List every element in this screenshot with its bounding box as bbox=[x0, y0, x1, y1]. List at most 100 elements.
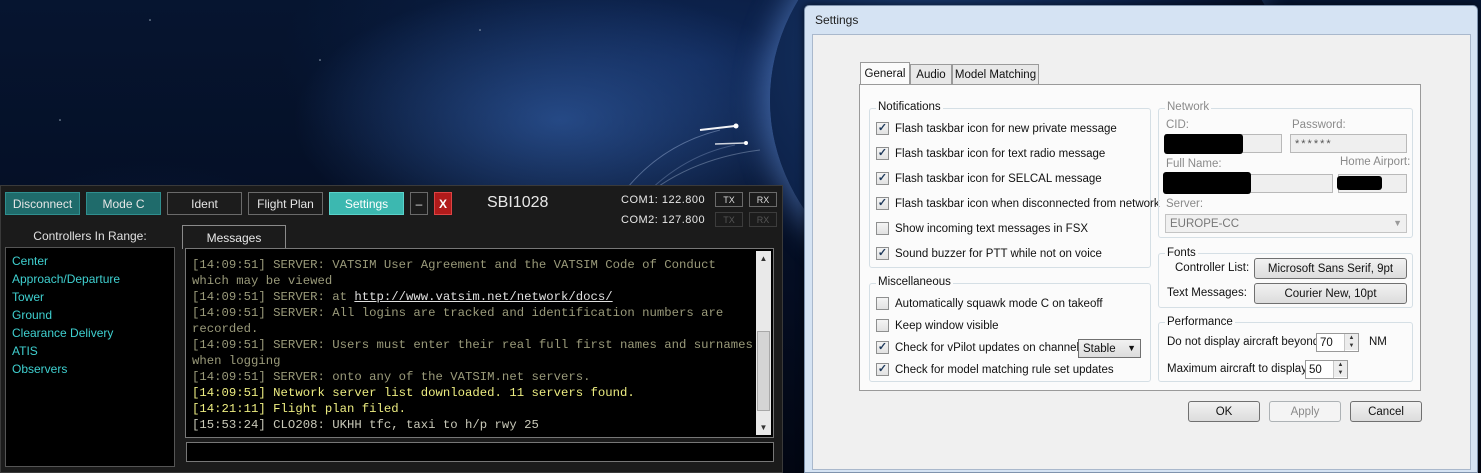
controller-list-font-button[interactable]: Microsoft Sans Serif, 9pt bbox=[1254, 258, 1407, 279]
vatsim-docs-link[interactable]: http://www.vatsim.net/network/docs/ bbox=[354, 290, 612, 304]
checkbox-icon bbox=[876, 297, 889, 310]
com2-frequency: COM2: 127.800 bbox=[621, 214, 706, 226]
check-rule-updates-checkbox[interactable]: ✓ Check for model matching rule set updat… bbox=[876, 363, 1114, 376]
messages-panel: [14:09:51] SERVER: VATSIM User Agreement… bbox=[185, 248, 774, 438]
flight-plan-button[interactable]: Flight Plan bbox=[248, 192, 323, 215]
message-line: [14:09:51] SERVER: onto any of the VATSI… bbox=[192, 370, 591, 384]
message-input[interactable] bbox=[186, 442, 774, 462]
spinner[interactable]: ▲ ▼ bbox=[1344, 334, 1358, 351]
message-line: [14:09:51] SERVER: at http://www.vatsim.… bbox=[192, 290, 613, 304]
cid-label: CID: bbox=[1166, 119, 1189, 131]
controller-item-tower[interactable]: Tower bbox=[12, 288, 174, 306]
controller-item-atis[interactable]: ATIS bbox=[12, 342, 174, 360]
max-aircraft-label: Maximum aircraft to display: bbox=[1167, 363, 1311, 375]
text-messages-font-label: Text Messages: bbox=[1167, 287, 1247, 299]
cancel-button[interactable]: Cancel bbox=[1350, 401, 1422, 422]
ok-button[interactable]: OK bbox=[1188, 401, 1260, 422]
ident-button[interactable]: Ident bbox=[167, 192, 242, 215]
spin-down-icon[interactable]: ▼ bbox=[1334, 369, 1347, 377]
notify-text-radio-checkbox[interactable]: ✓ Flash taskbar icon for text radio messa… bbox=[876, 147, 1105, 160]
performance-title: Performance bbox=[1165, 316, 1235, 328]
scroll-down-icon[interactable]: ▼ bbox=[756, 420, 771, 435]
tab-general[interactable]: General bbox=[860, 62, 910, 84]
callsign-label: SBI1028 bbox=[487, 194, 549, 211]
nm-unit-label: NM bbox=[1369, 336, 1387, 348]
update-channel-dropdown[interactable]: Stable ▼ bbox=[1078, 339, 1141, 358]
apply-button[interactable]: Apply bbox=[1269, 401, 1341, 422]
home-airport-label: Home Airport: bbox=[1340, 156, 1411, 168]
com1-frequency: COM1: 122.800 bbox=[621, 194, 706, 206]
max-aircraft-stepper[interactable]: 50 ▲ ▼ bbox=[1305, 360, 1348, 379]
checkbox-icon bbox=[876, 319, 889, 332]
message-line: [14:21:11] Flight plan filed. bbox=[192, 402, 407, 416]
checkbox-icon: ✓ bbox=[876, 147, 889, 160]
notify-selcal-checkbox[interactable]: ✓ Flash taskbar icon for SELCAL message bbox=[876, 172, 1102, 185]
controllers-in-range-title: Controllers In Range: bbox=[33, 229, 147, 243]
messages-scrollbar[interactable]: ▲ ▼ bbox=[756, 251, 771, 435]
chevron-down-icon: ▼ bbox=[1127, 343, 1136, 353]
message-line: [14:09:51] Network server list downloade… bbox=[192, 386, 635, 400]
close-button[interactable]: X bbox=[434, 192, 452, 215]
controller-item-ground[interactable]: Ground bbox=[12, 306, 174, 324]
tab-model-matching[interactable]: Model Matching bbox=[952, 64, 1039, 84]
auto-squawk-checkbox[interactable]: Automatically squawk mode C on takeoff bbox=[876, 297, 1103, 310]
minimize-button[interactable]: – bbox=[410, 192, 428, 215]
notify-disconnect-checkbox[interactable]: ✓ Flash taskbar icon when disconnected fr… bbox=[876, 197, 1160, 210]
display-beyond-stepper[interactable]: 70 ▲ ▼ bbox=[1316, 333, 1359, 352]
com1-rx-button[interactable]: RX bbox=[749, 192, 777, 207]
notify-private-message-checkbox[interactable]: ✓ Flash taskbar icon for new private mess… bbox=[876, 122, 1117, 135]
scroll-up-icon[interactable]: ▲ bbox=[756, 251, 771, 266]
messages-log: [14:09:51] SERVER: VATSIM User Agreement… bbox=[192, 257, 754, 433]
checkbox-icon: ✓ bbox=[876, 247, 889, 260]
checkbox-icon bbox=[876, 222, 889, 235]
notifications-title: Notifications bbox=[876, 101, 943, 113]
fonts-title: Fonts bbox=[1165, 247, 1198, 259]
password-label: Password: bbox=[1292, 119, 1346, 131]
controller-list-font-label: Controller List: bbox=[1175, 262, 1250, 274]
spin-up-icon[interactable]: ▲ bbox=[1345, 334, 1358, 342]
full-name-label: Full Name: bbox=[1166, 158, 1222, 170]
show-messages-fsx-checkbox[interactable]: Show incoming text messages in FSX bbox=[876, 222, 1088, 235]
controller-item-approach-departure[interactable]: Approach/Departure bbox=[12, 270, 174, 288]
spin-up-icon[interactable]: ▲ bbox=[1334, 361, 1347, 369]
settings-title: Settings bbox=[815, 13, 859, 27]
tab-audio[interactable]: Audio bbox=[910, 64, 952, 84]
keep-visible-checkbox[interactable]: Keep window visible bbox=[876, 319, 999, 332]
message-line: [14:09:51] SERVER: All logins are tracke… bbox=[192, 306, 724, 336]
checkbox-icon: ✓ bbox=[876, 363, 889, 376]
disconnect-button[interactable]: Disconnect bbox=[5, 192, 80, 215]
message-line: [15:53:24] CLO208: UKHH tfc, taxi to h/p… bbox=[192, 418, 539, 432]
server-dropdown[interactable]: EUROPE-CC ▼ bbox=[1165, 214, 1407, 233]
checkbox-icon: ✓ bbox=[876, 122, 889, 135]
full-name-redaction bbox=[1163, 172, 1251, 194]
spin-down-icon[interactable]: ▼ bbox=[1345, 342, 1358, 350]
controllers-list: Center Approach/Departure Tower Ground C… bbox=[5, 247, 175, 467]
server-label: Server: bbox=[1166, 198, 1204, 210]
controller-item-clearance-delivery[interactable]: Clearance Delivery bbox=[12, 324, 174, 342]
check-updates-checkbox[interactable]: ✓ Check for vPilot updates on channel: bbox=[876, 341, 1082, 354]
message-line: [14:09:51] SERVER: Users must enter thei… bbox=[192, 338, 753, 368]
settings-button[interactable]: Settings bbox=[329, 192, 404, 215]
checkbox-icon: ✓ bbox=[876, 172, 889, 185]
spinner[interactable]: ▲ ▼ bbox=[1333, 361, 1347, 378]
ptt-buzzer-checkbox[interactable]: ✓ Sound buzzer for PTT while not on voice bbox=[876, 247, 1102, 260]
controller-item-center[interactable]: Center bbox=[12, 252, 174, 270]
vpilot-main-window: Disconnect Mode C Ident Flight Plan Sett… bbox=[0, 185, 783, 473]
checkbox-icon: ✓ bbox=[876, 341, 889, 354]
display-beyond-label: Do not display aircraft beyond bbox=[1167, 336, 1320, 348]
scrollbar-thumb[interactable] bbox=[757, 331, 770, 411]
controller-item-observers[interactable]: Observers bbox=[12, 360, 174, 378]
network-title: Network bbox=[1165, 101, 1212, 113]
cid-redaction bbox=[1164, 134, 1243, 154]
com1-tx-button[interactable]: TX bbox=[715, 192, 743, 207]
message-line: [14:09:51] SERVER: VATSIM User Agreement… bbox=[192, 258, 716, 288]
checkbox-icon: ✓ bbox=[876, 197, 889, 210]
com2-tx-button[interactable]: TX bbox=[715, 212, 743, 227]
home-airport-redaction bbox=[1337, 176, 1382, 190]
mode-c-button[interactable]: Mode C bbox=[86, 192, 161, 215]
com2-rx-button[interactable]: RX bbox=[749, 212, 777, 227]
miscellaneous-title: Miscellaneous bbox=[876, 276, 953, 288]
tab-messages[interactable]: Messages bbox=[182, 225, 286, 249]
text-messages-font-button[interactable]: Courier New, 10pt bbox=[1254, 283, 1407, 304]
password-field[interactable]: ****** bbox=[1290, 134, 1407, 153]
